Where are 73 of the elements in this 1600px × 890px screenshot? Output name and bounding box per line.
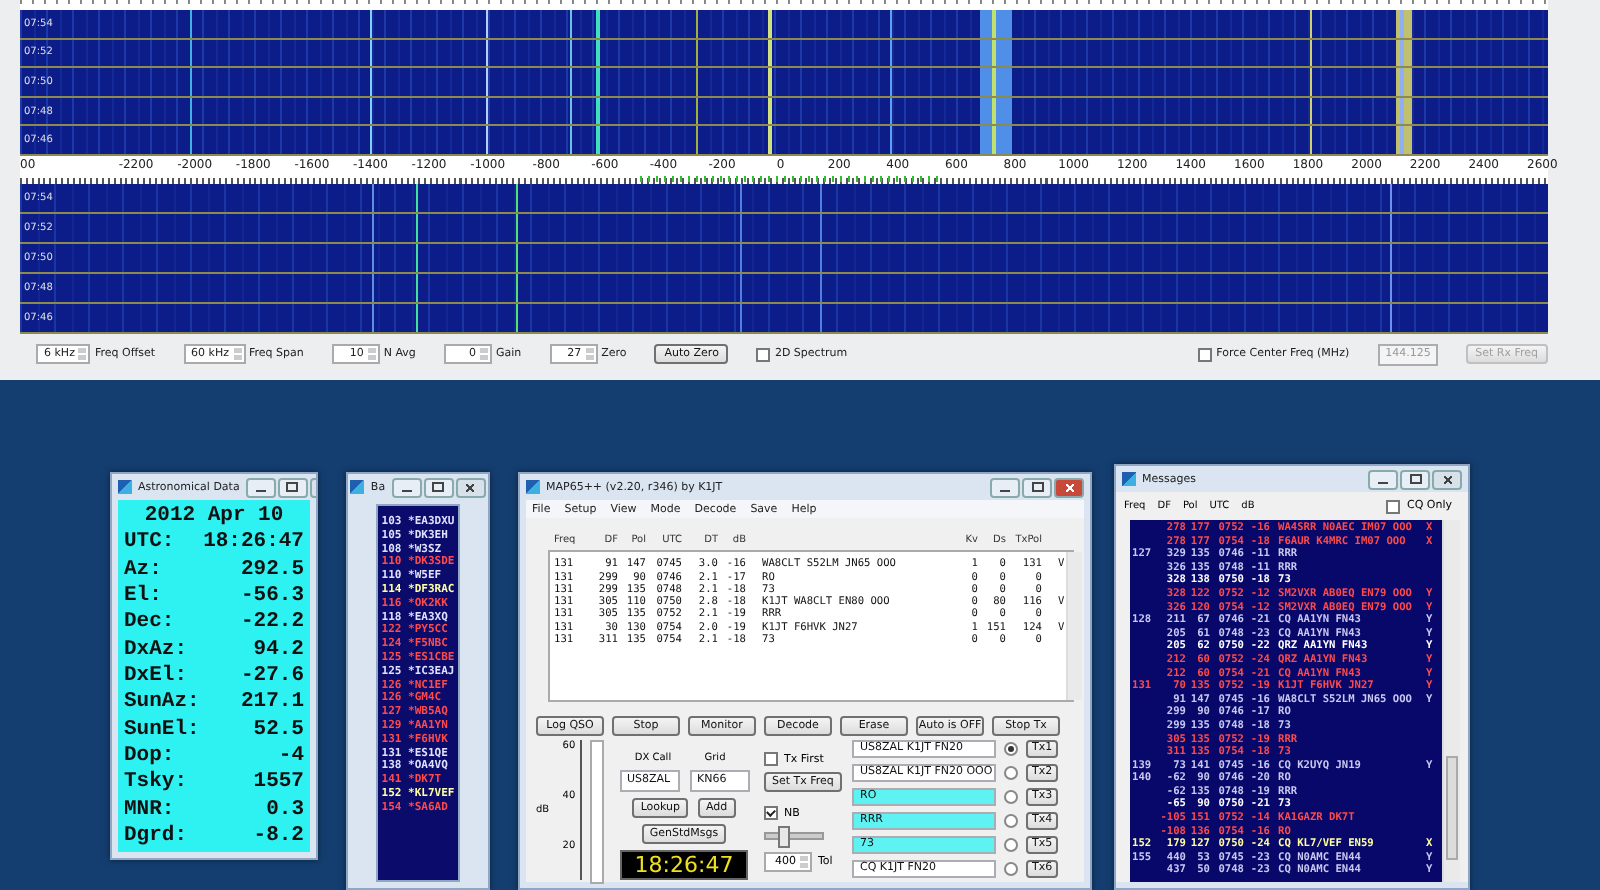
minimize-button[interactable] (391, 477, 422, 497)
radio-button[interactable] (1004, 766, 1018, 781)
close-icon (1443, 475, 1451, 483)
minimize-icon (1000, 489, 1010, 491)
minimize-button[interactable] (990, 477, 1020, 497)
app-icon (350, 480, 365, 494)
data-value: -8.2 (253, 823, 304, 848)
slider-thumb[interactable] (778, 826, 791, 849)
data-value: 52.5 (253, 717, 304, 742)
checkbox[interactable] (756, 347, 771, 361)
spinner-arrows-icon (233, 348, 241, 360)
minimize-icon (255, 489, 266, 491)
app-icon (118, 480, 132, 494)
spinner-arrows-icon (78, 348, 87, 360)
close-icon (466, 483, 475, 491)
minimize-button[interactable] (245, 477, 276, 497)
data-label: DxEl: (124, 663, 188, 688)
checkbox[interactable] (1198, 347, 1213, 361)
maximize-icon (432, 482, 445, 492)
app-icon (526, 480, 540, 494)
maximize-button[interactable] (423, 477, 454, 497)
data-value: 0.3 (266, 797, 304, 822)
data-value: -56.3 (240, 583, 304, 608)
maximize-button[interactable] (1022, 477, 1052, 497)
close-button[interactable] (1432, 469, 1462, 489)
maximize-icon (286, 482, 299, 492)
scrollbar-thumb[interactable] (1446, 756, 1458, 860)
checkbox[interactable] (1386, 499, 1401, 513)
close-button[interactable] (1054, 477, 1084, 497)
scrollbar[interactable] (1442, 520, 1460, 882)
spinner-arrows-icon (479, 348, 488, 360)
spinner-arrows-icon (585, 348, 594, 360)
minimize-icon (1378, 481, 1388, 483)
spinner-arrows-icon (800, 856, 808, 869)
spinner-arrows-icon (367, 348, 376, 360)
data-label: SunEl: (124, 717, 200, 742)
data-label: Az: (124, 557, 162, 582)
radio-button[interactable] (1004, 838, 1018, 853)
data-value: 292.5 (240, 557, 304, 582)
date-text: 2012 Apr 10 (142, 504, 286, 528)
data-value: -22.2 (240, 610, 304, 635)
data-label: El: (124, 583, 162, 608)
radio-button[interactable] (1004, 742, 1018, 757)
radio-button[interactable] (1004, 862, 1018, 877)
data-label: Dgrd: (124, 823, 188, 848)
checkbox[interactable] (764, 806, 778, 821)
checkbox[interactable] (764, 752, 778, 767)
close-icon (1065, 483, 1073, 491)
radio-button[interactable] (1004, 790, 1018, 805)
data-value: 217.1 (240, 690, 304, 715)
maximize-button[interactable] (1400, 469, 1430, 489)
app-icon (1122, 472, 1136, 486)
data-label: Dec: (124, 610, 175, 635)
data-label: UTC: (124, 530, 175, 555)
data-value: 1557 (253, 770, 304, 795)
clock-display: 18:26:47 (620, 850, 748, 881)
data-value: 94.2 (253, 637, 304, 662)
maximize-icon (1031, 482, 1043, 492)
data-label: SunAz: (124, 690, 200, 715)
data-value: -27.6 (240, 663, 304, 688)
minimize-button[interactable] (1368, 469, 1398, 489)
data-value: 18:26:47 (203, 530, 304, 555)
maximize-icon (1409, 474, 1421, 484)
minimize-icon (401, 489, 412, 491)
data-label: Tsky: (124, 770, 188, 795)
data-label: Dop: (124, 743, 175, 768)
scrollbar[interactable] (1066, 552, 1082, 701)
close-button[interactable] (455, 477, 486, 497)
maximize-button[interactable] (277, 477, 308, 497)
data-label: MNR: (124, 797, 175, 822)
data-value: -4 (278, 743, 304, 768)
radio-button[interactable] (1004, 814, 1018, 829)
data-label: DxAz: (124, 637, 188, 662)
